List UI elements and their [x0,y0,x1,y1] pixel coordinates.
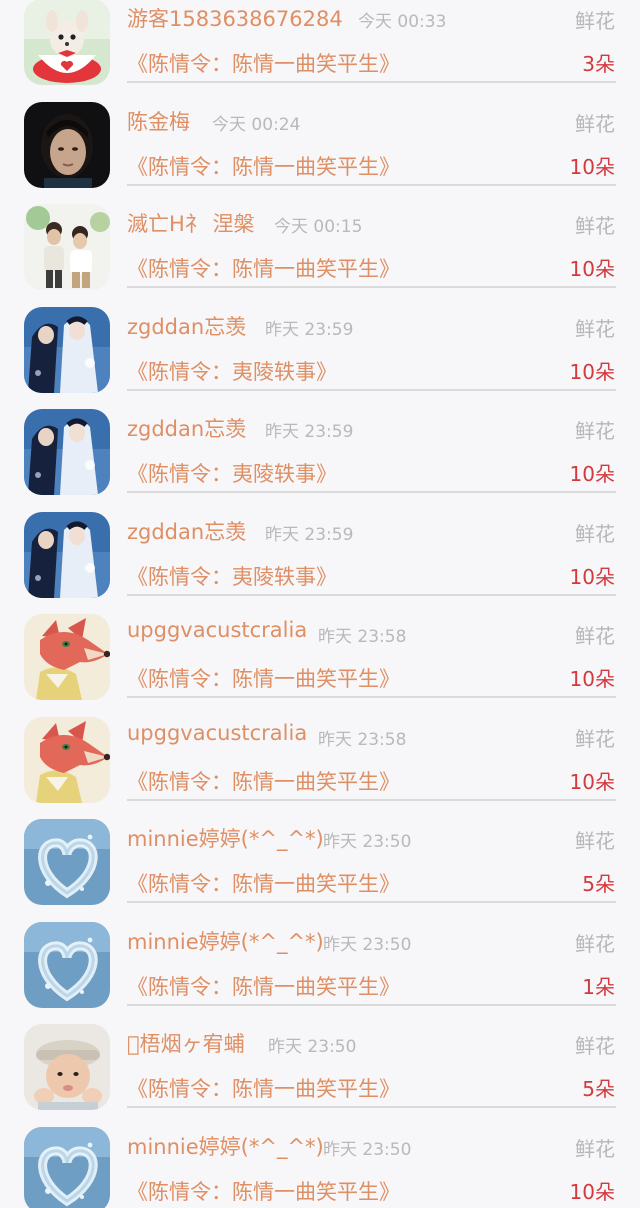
work-title: 《陈情令：夷陵轶事》 [127,564,337,589]
gift-record-row[interactable]: 游客1583638676284 今天 00:33 鲜花《陈情令：陈情一曲笑平生》 3朵 [0,0,640,102]
work-title: 《陈情令：陈情一曲笑平生》 [127,769,400,794]
send-time: 昨天 23:58 [318,729,407,750]
gift-type-label: 鲜花 [575,829,615,853]
cartoon-fox-avatar[interactable] [24,614,110,700]
gift-record-row[interactable]: upggvacustcralia 昨天 23:58 鲜花《陈情令：陈情一曲笑平生》 1… [0,614,640,717]
gift-count: 10朵 [569,667,615,691]
work-title: 《陈情令：夷陵轶事》 [127,462,337,486]
sender-name[interactable]: zgddan忘羡 [127,311,246,341]
sender-name[interactable]: minnie婷婷(*^_^*) [127,1131,324,1161]
costume-drama-avatar[interactable] [24,409,110,495]
gift-type-label: 鲜花 [575,111,615,136]
sender-name[interactable]: minnie婷婷(*^_^*) [127,926,324,956]
row-divider [127,798,616,801]
work-title: 《陈情令：陈情一曲笑平生》 [127,1077,400,1101]
gift-count: 3朵 [582,52,615,76]
gift-type-label: 鲜花 [575,214,615,238]
sender-name[interactable]: upggvacustcralia [127,721,307,745]
send-time: 今天 00:33 [358,12,447,32]
gift-type-label: 鲜花 [575,521,615,546]
row-divider [127,388,616,391]
work-title: 《陈情令：夷陵轶事》 [127,359,337,384]
send-time: 昨天 23:50 [268,1037,357,1057]
gift-type-label: 鲜花 [575,931,615,956]
row-divider [127,1106,616,1108]
gift-record-row[interactable]: zgddan忘羡 昨天 23:59 鲜花《陈情令：夷陵轶事》 10朵 [0,409,640,512]
gift-type-label: 鲜花 [575,1034,615,1058]
cartoon-fox-avatar[interactable] [24,716,110,803]
send-time: 昨天 23:59 [265,319,354,340]
row-divider [127,183,616,186]
girl-portrait-avatar[interactable] [24,101,110,188]
gift-count: 10朵 [569,257,615,281]
child-in-cap-avatar[interactable] [24,1024,110,1110]
gift-record-row[interactable]: upggvacustcralia 昨天 23:58 鲜花《陈情令：陈情一曲笑平生》 1… [0,716,640,820]
sender-name[interactable]: 陈金梅 [127,106,190,136]
work-title: 《陈情令：陈情一曲笑平生》 [127,1179,400,1204]
costume-drama-avatar[interactable] [24,306,110,393]
sender-name[interactable]:  梧烟ヶ宥蜅 [127,1028,245,1058]
gift-record-list: 游客1583638676284 今天 00:33 鲜花 《陈情令：陈情一曲笑平生》 3朵… [0,0,640,1208]
work-title: 《陈情令：陈情一曲笑平生》 [127,872,400,896]
gift-count: 5朵 [582,872,615,896]
gift-record-row[interactable]: 陈金梅 今天 00:24 鲜花《陈情令：陈情一曲笑平生》 10朵 [0,101,640,205]
work-title: 《陈情令：陈情一曲笑平生》 [127,52,400,76]
water-heart-avatar[interactable] [24,1126,110,1208]
gift-record-row[interactable]: zgddan忘羡 昨天 23:59 鲜花《陈情令：夷陵轶事》 10朵 [0,306,640,410]
gift-type-label: 鲜花 [575,624,615,648]
gift-record-row[interactable]: minnie婷婷(*^_^*) 昨天 23:50 鲜花《陈情令：陈情一曲笑平生》 10… [0,1126,640,1208]
costume-drama-avatar[interactable] [24,511,110,598]
gift-record-row[interactable]: minnie婷婷(*^_^*) 昨天 23:50 鲜花《陈情令：陈情一曲笑平生》 5朵 [0,819,640,922]
work-title: 《陈情令：陈情一曲笑平生》 [127,974,400,999]
gift-count: 10朵 [569,564,615,589]
row-divider [127,593,616,596]
water-heart-avatar[interactable] [24,921,110,1008]
row-divider [127,696,616,698]
gift-count: 5朵 [582,1077,615,1101]
work-title: 《陈情令：陈情一曲笑平生》 [127,154,400,179]
gift-type-label: 鲜花 [575,1136,615,1161]
gift-type-label: 鲜花 [575,726,615,751]
sender-name[interactable]: minnie婷婷(*^_^*) [127,823,324,853]
sender-name[interactable]: upggvacustcralia [127,618,307,642]
sender-name[interactable]: zgddan忘羡 [127,413,246,443]
sender-name[interactable]: 滅亡H礻 涅槃 [127,208,254,238]
send-time: 昨天 23:50 [323,934,412,955]
send-time: 昨天 23:50 [323,1139,412,1160]
gift-type-label: 鲜花 [575,316,615,341]
puppy-teacup-avatar[interactable] [24,0,110,85]
gift-record-row[interactable]: 滅亡H礻 涅槃 今天 00:15 鲜花《陈情令：陈情一曲笑平生》 10朵 [0,204,640,307]
send-time: 昨天 23:59 [265,524,354,545]
send-time: 今天 00:15 [274,217,363,237]
sender-name[interactable]: zgddan忘羡 [127,516,246,546]
gift-count: 10朵 [569,1179,615,1204]
row-divider [127,81,616,83]
gift-type-label: 鲜花 [575,419,615,443]
gift-record-row[interactable]:  梧烟ヶ宥蜅 昨天 23:50 鲜花《陈情令：陈情一曲笑平生》 5朵 [0,1024,640,1127]
row-divider [127,286,616,288]
row-divider [127,901,616,903]
gift-count: 10朵 [569,359,615,384]
gift-count: 10朵 [569,154,615,179]
gift-count: 10朵 [569,462,615,486]
gift-count: 1朵 [582,974,615,999]
send-time: 昨天 23:58 [318,627,407,647]
work-title: 《陈情令：陈情一曲笑平生》 [127,257,400,281]
send-time: 昨天 23:59 [265,422,354,442]
send-time: 昨天 23:50 [323,832,412,852]
gift-count: 10朵 [569,769,615,794]
gift-record-row[interactable]: zgddan忘羡 昨天 23:59 鲜花《陈情令：夷陵轶事》 10朵 [0,511,640,615]
row-divider [127,1003,616,1006]
work-title: 《陈情令：陈情一曲笑平生》 [127,667,400,691]
water-heart-avatar[interactable] [24,819,110,905]
sender-name[interactable]: 游客1583638676284 [127,3,343,33]
row-divider [127,491,616,493]
gift-type-label: 鲜花 [575,9,615,33]
send-time: 今天 00:24 [212,114,301,135]
gift-record-row[interactable]: minnie婷婷(*^_^*) 昨天 23:50 鲜花《陈情令：陈情一曲笑平生》 1朵 [0,921,640,1025]
two-boys-avatar[interactable] [24,204,110,290]
